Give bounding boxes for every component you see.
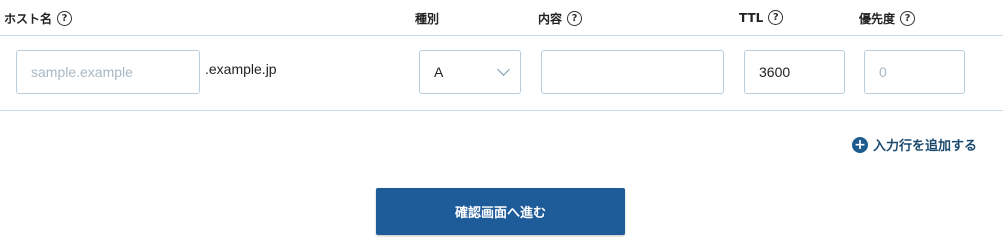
header-type-label: 種別: [415, 12, 440, 26]
ttl-value: 3600: [759, 64, 791, 80]
priority-placeholder: 0: [879, 64, 887, 80]
plus-circle-icon: +: [852, 136, 868, 153]
proceed-to-confirm-button[interactable]: 確認画面へ進む: [376, 188, 625, 235]
header-content: 内容 ?: [538, 10, 583, 27]
add-row-button[interactable]: + 入力行を追加する: [852, 135, 977, 154]
help-icon[interactable]: ?: [567, 11, 583, 26]
header-content-label: 内容: [538, 12, 563, 26]
host-input[interactable]: sample.example: [16, 50, 200, 94]
host-placeholder: sample.example: [31, 64, 133, 80]
help-icon[interactable]: ?: [900, 11, 916, 26]
help-icon[interactable]: ?: [768, 10, 784, 25]
priority-input[interactable]: 0: [864, 50, 965, 94]
header-type: 種別: [415, 10, 439, 27]
type-select-value: A: [434, 64, 444, 80]
content-input[interactable]: [541, 50, 724, 94]
header-host-label: ホスト名: [4, 12, 53, 26]
proceed-button-label: 確認画面へ進む: [454, 206, 546, 221]
help-icon[interactable]: ?: [57, 11, 73, 26]
header-priority: 優先度 ?: [859, 10, 916, 27]
chevron-down-icon: [497, 63, 510, 76]
header-host: ホスト名 ?: [4, 10, 73, 27]
header-ttl: TTL ?: [739, 10, 784, 25]
ttl-input[interactable]: 3600: [744, 50, 845, 94]
header-ttl-label: TTL: [739, 10, 764, 25]
add-row-label: 入力行を追加する: [873, 139, 978, 154]
type-select[interactable]: A: [419, 50, 521, 94]
domain-suffix: .example.jp: [205, 61, 277, 77]
header-priority-label: 優先度: [859, 12, 896, 26]
